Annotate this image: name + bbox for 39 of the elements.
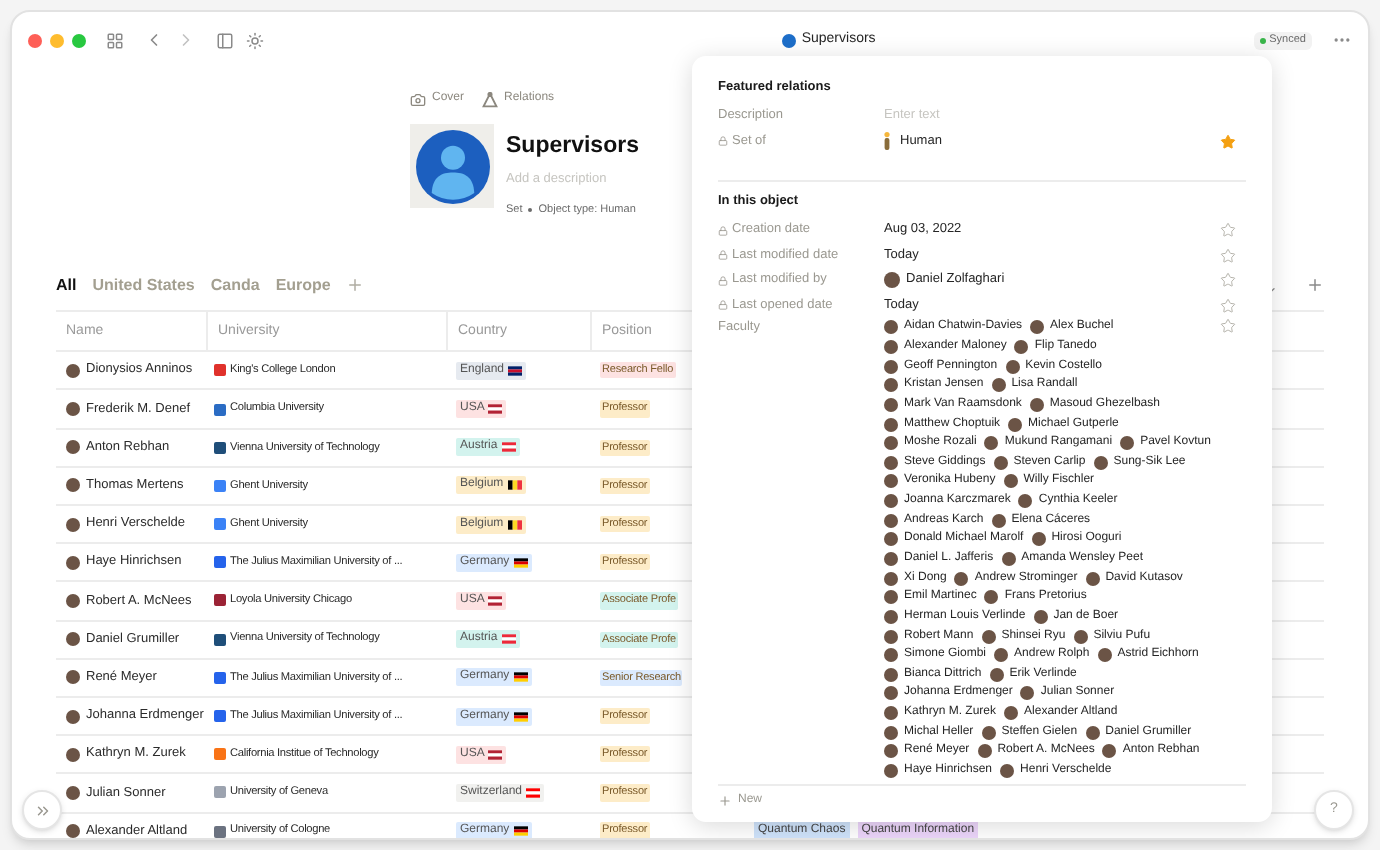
zoom-button[interactable] (72, 33, 86, 47)
avatar-icon (66, 709, 80, 724)
avatar-icon (66, 824, 80, 838)
minimize-button[interactable] (50, 33, 64, 47)
avatar-icon (66, 747, 80, 762)
plus-icon (718, 794, 732, 808)
star-icon[interactable] (1220, 297, 1236, 314)
avatar-icon (884, 272, 900, 289)
grid-icon[interactable] (106, 31, 124, 49)
set-icon (781, 33, 796, 47)
avatar-icon (66, 478, 80, 493)
avatar-icon (1085, 571, 1100, 586)
sidebar-icon[interactable] (216, 31, 234, 49)
avatar-icon (66, 363, 80, 378)
star-icon[interactable] (1220, 222, 1236, 239)
double-chevron-icon (33, 801, 51, 819)
star-icon[interactable] (1220, 272, 1236, 289)
expand-sidebar-button[interactable] (22, 790, 62, 830)
settings-icon[interactable] (246, 31, 264, 49)
avatar-icon (66, 402, 80, 417)
avatar-icon (66, 632, 80, 647)
add-icon[interactable] (1306, 276, 1324, 295)
human-icon (884, 132, 890, 151)
avatar-icon (1033, 609, 1048, 624)
avatar-icon (66, 440, 80, 455)
star-icon[interactable] (1220, 133, 1236, 150)
avatar-icon (66, 785, 80, 800)
camera-icon (410, 91, 426, 107)
star-icon[interactable] (1220, 318, 1236, 334)
star-icon[interactable] (1220, 247, 1236, 264)
page-title: Supervisors (506, 132, 639, 162)
avatar-icon (66, 517, 80, 532)
view-tab[interactable]: All (56, 273, 77, 298)
close-button[interactable] (28, 33, 42, 47)
avatar-icon (66, 593, 80, 608)
relations-icon (482, 91, 499, 107)
avatar-icon (66, 670, 80, 685)
avatar-icon (66, 555, 80, 570)
add-view-icon[interactable] (346, 276, 365, 295)
